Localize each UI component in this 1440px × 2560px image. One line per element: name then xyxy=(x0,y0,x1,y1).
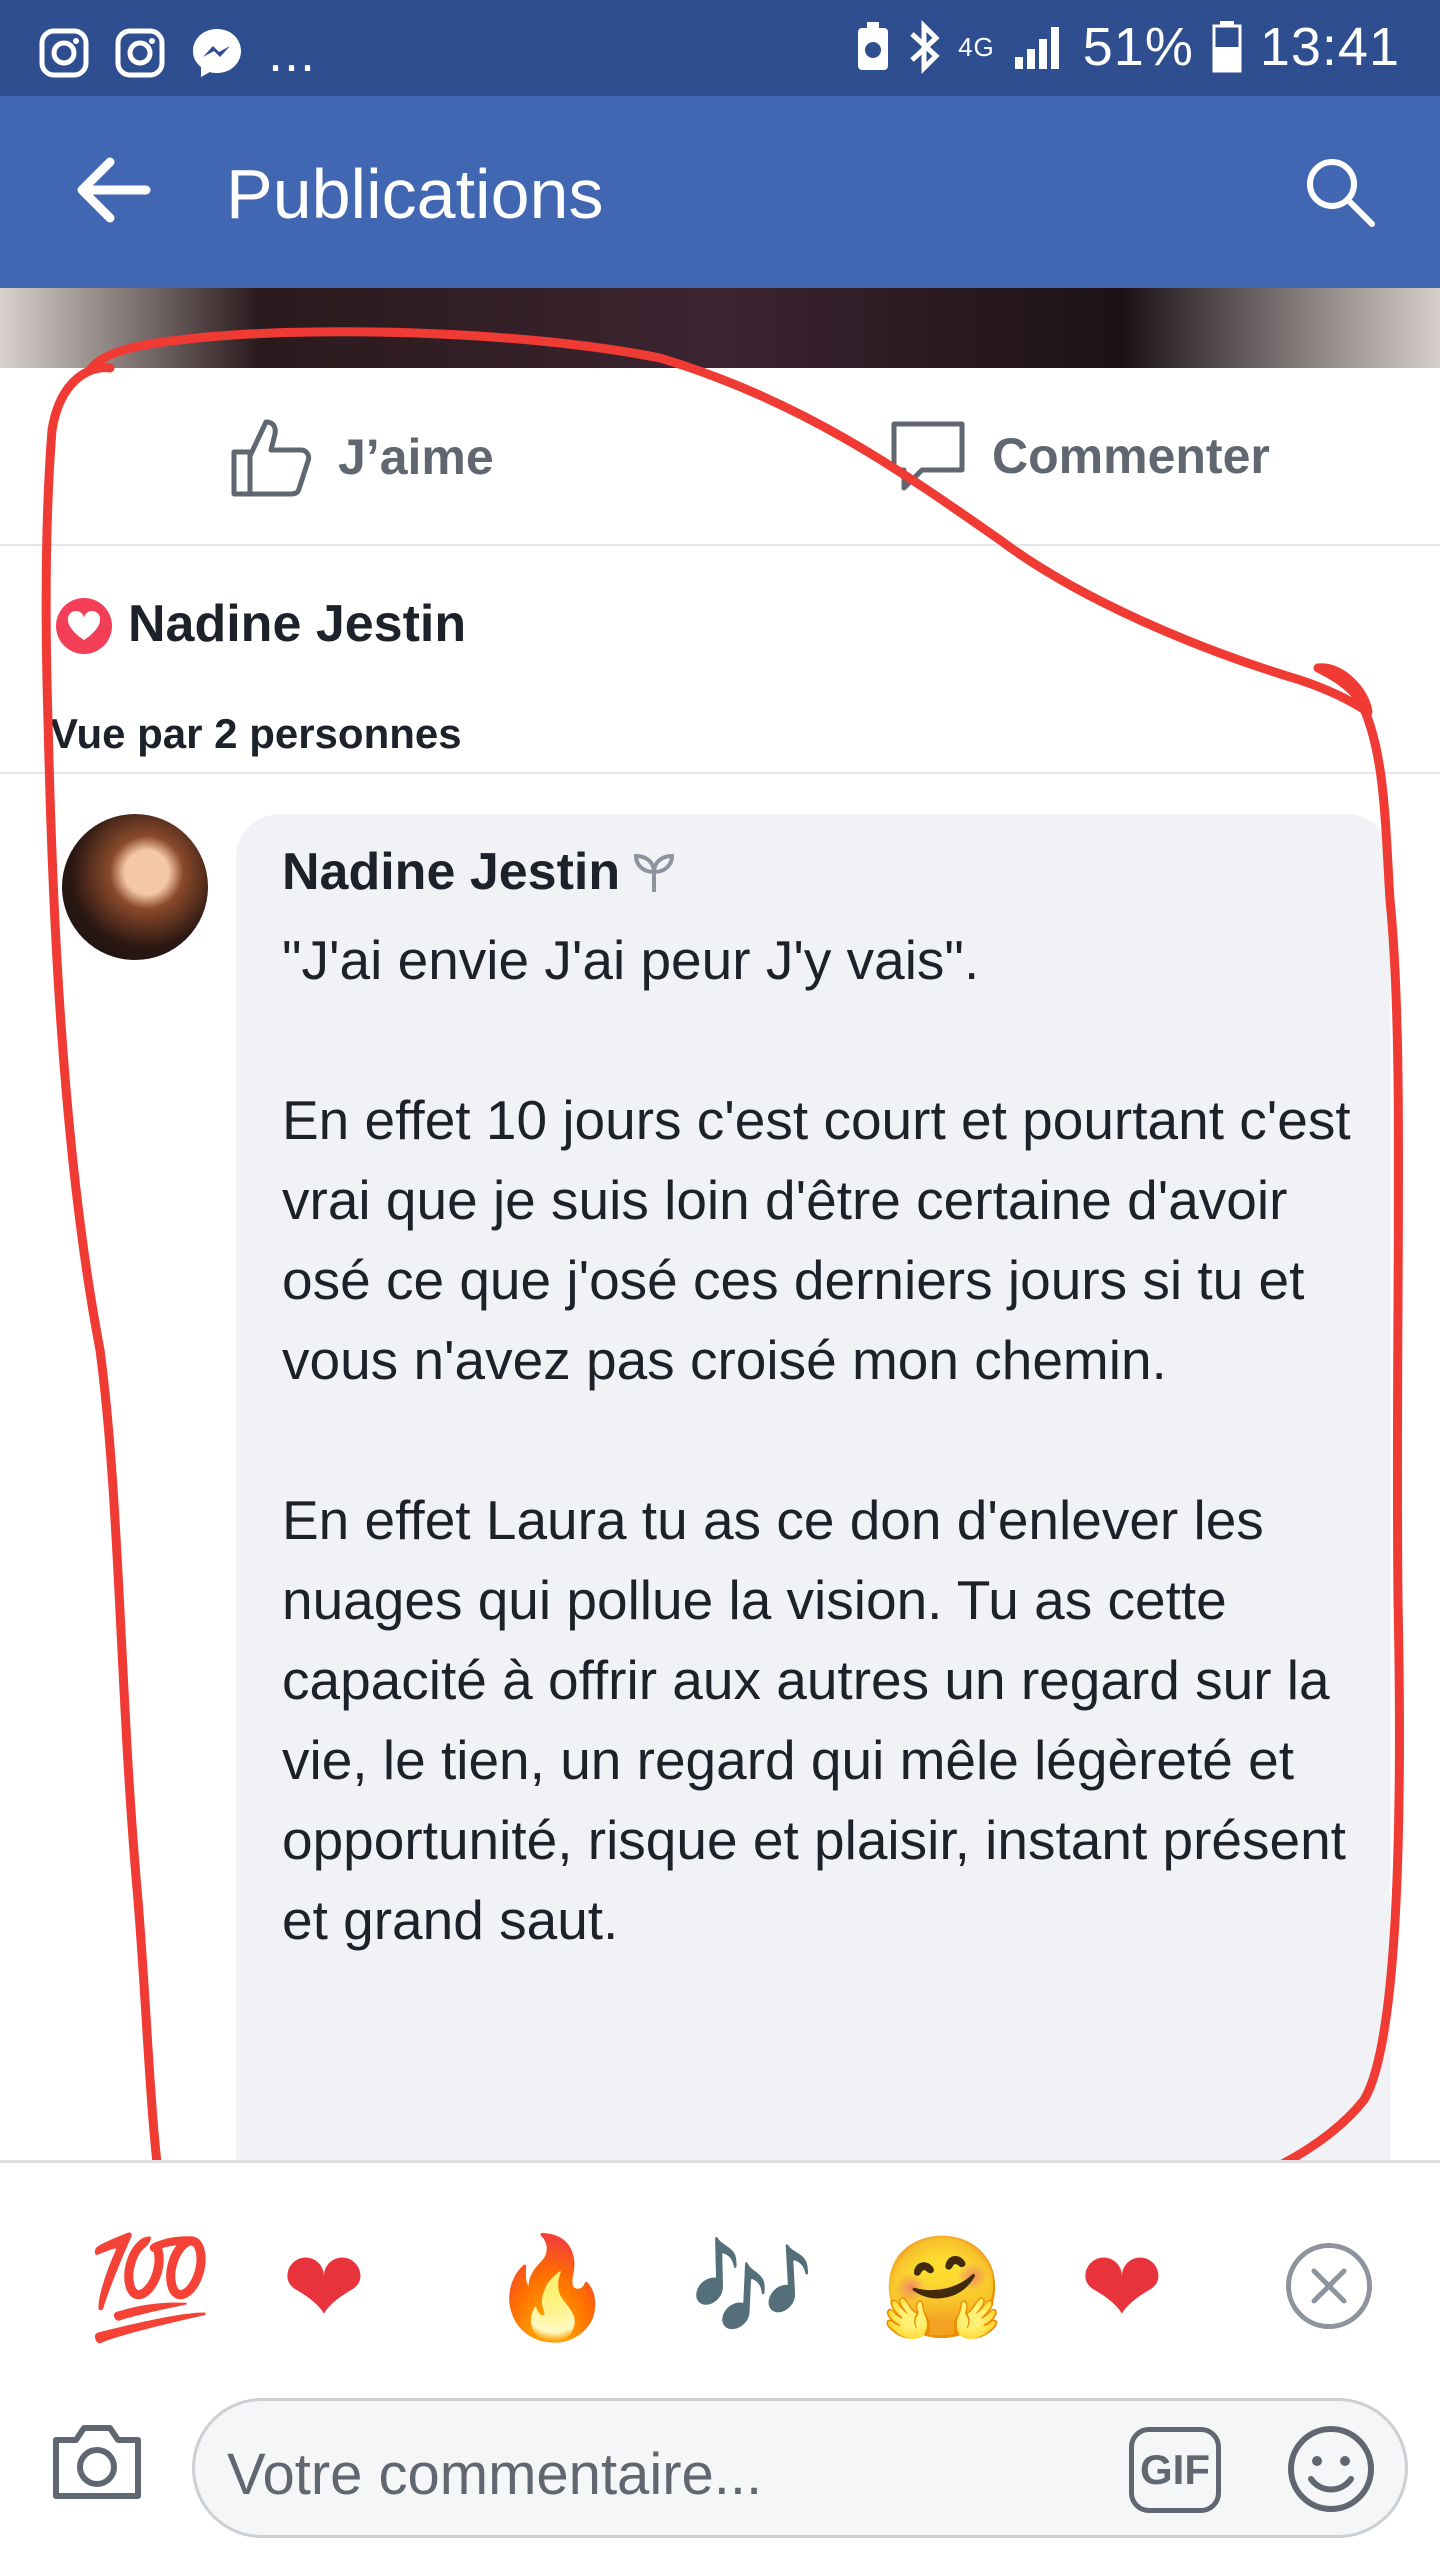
more-notifications: ... xyxy=(268,23,317,83)
search-button[interactable] xyxy=(1300,152,1378,230)
like-button[interactable]: J’aime xyxy=(228,416,494,498)
comment-label: Commenter xyxy=(992,428,1270,484)
sprout-icon xyxy=(634,853,675,892)
comment-author-row: Nadine Jestin xyxy=(282,842,678,902)
comment-text: "J'ai envie J'ai peur J'y vais". En effe… xyxy=(282,929,1351,1951)
avatar[interactable] xyxy=(62,814,208,960)
clock: 13:41 xyxy=(1259,17,1400,77)
instagram-icon xyxy=(114,27,166,79)
comment-input-placeholder: Votre commentaire... xyxy=(227,2442,763,2507)
red-heart-emoji[interactable]: ❤ xyxy=(1080,2233,1164,2343)
love-reaction-icon xyxy=(56,598,112,654)
close-reactions-button[interactable] xyxy=(1286,2243,1372,2329)
quick-reactions-bar: 💯 ❤ 🔥 🎶 🤗 ❤ xyxy=(0,2163,1440,2403)
messenger-icon xyxy=(190,26,244,80)
back-button[interactable] xyxy=(70,148,154,232)
network-type: 4G xyxy=(958,32,995,62)
smiley-icon xyxy=(1288,2426,1374,2512)
post-actions: J’aime Commenter xyxy=(0,368,1440,546)
status-bar: ... 4G 51% 13:41 xyxy=(0,0,1440,96)
seen-by-count[interactable]: Vue par 2 personnes xyxy=(50,710,462,758)
bluetooth-icon xyxy=(908,20,940,74)
heart-emoji[interactable]: ❤ xyxy=(282,2233,366,2343)
battery-percent: 51% xyxy=(1082,17,1194,77)
arrow-left-icon xyxy=(77,157,151,223)
hugging-face-emoji[interactable]: 🤗 xyxy=(880,2233,1005,2343)
gif-label: GIF xyxy=(1140,2446,1210,2493)
battery-saver-icon xyxy=(856,22,890,72)
gif-button[interactable]: GIF xyxy=(1129,2427,1221,2513)
signal-icon xyxy=(1013,23,1065,71)
reactions-summary: Nadine Jestin Vue par 2 personnes xyxy=(0,546,1440,774)
music-notes-emoji[interactable]: 🎶 xyxy=(690,2233,815,2343)
search-icon xyxy=(1307,159,1375,227)
comment-button[interactable]: Commenter xyxy=(888,416,1270,496)
camera-button[interactable] xyxy=(48,2412,146,2510)
comment-author[interactable]: Nadine Jestin xyxy=(282,842,620,902)
page-title: Publications xyxy=(226,155,604,233)
like-label: J’aime xyxy=(338,429,494,485)
thumbs-up-icon xyxy=(231,419,312,497)
fire-emoji[interactable]: 🔥 xyxy=(490,2233,615,2343)
close-icon xyxy=(1311,2268,1347,2304)
reactor-name[interactable]: Nadine Jestin xyxy=(128,594,466,654)
battery-icon xyxy=(1212,21,1242,73)
instagram-icon xyxy=(38,27,90,79)
camera-icon xyxy=(53,2425,141,2499)
emoji-button[interactable] xyxy=(1285,2423,1377,2515)
comment-bubble-icon xyxy=(891,421,965,491)
comment-input[interactable]: Votre commentaire... GIF xyxy=(192,2398,1408,2538)
app-bar: Publications xyxy=(0,96,1440,288)
hundred-points-emoji[interactable]: 💯 xyxy=(88,2233,213,2343)
post-image[interactable] xyxy=(0,288,1440,368)
